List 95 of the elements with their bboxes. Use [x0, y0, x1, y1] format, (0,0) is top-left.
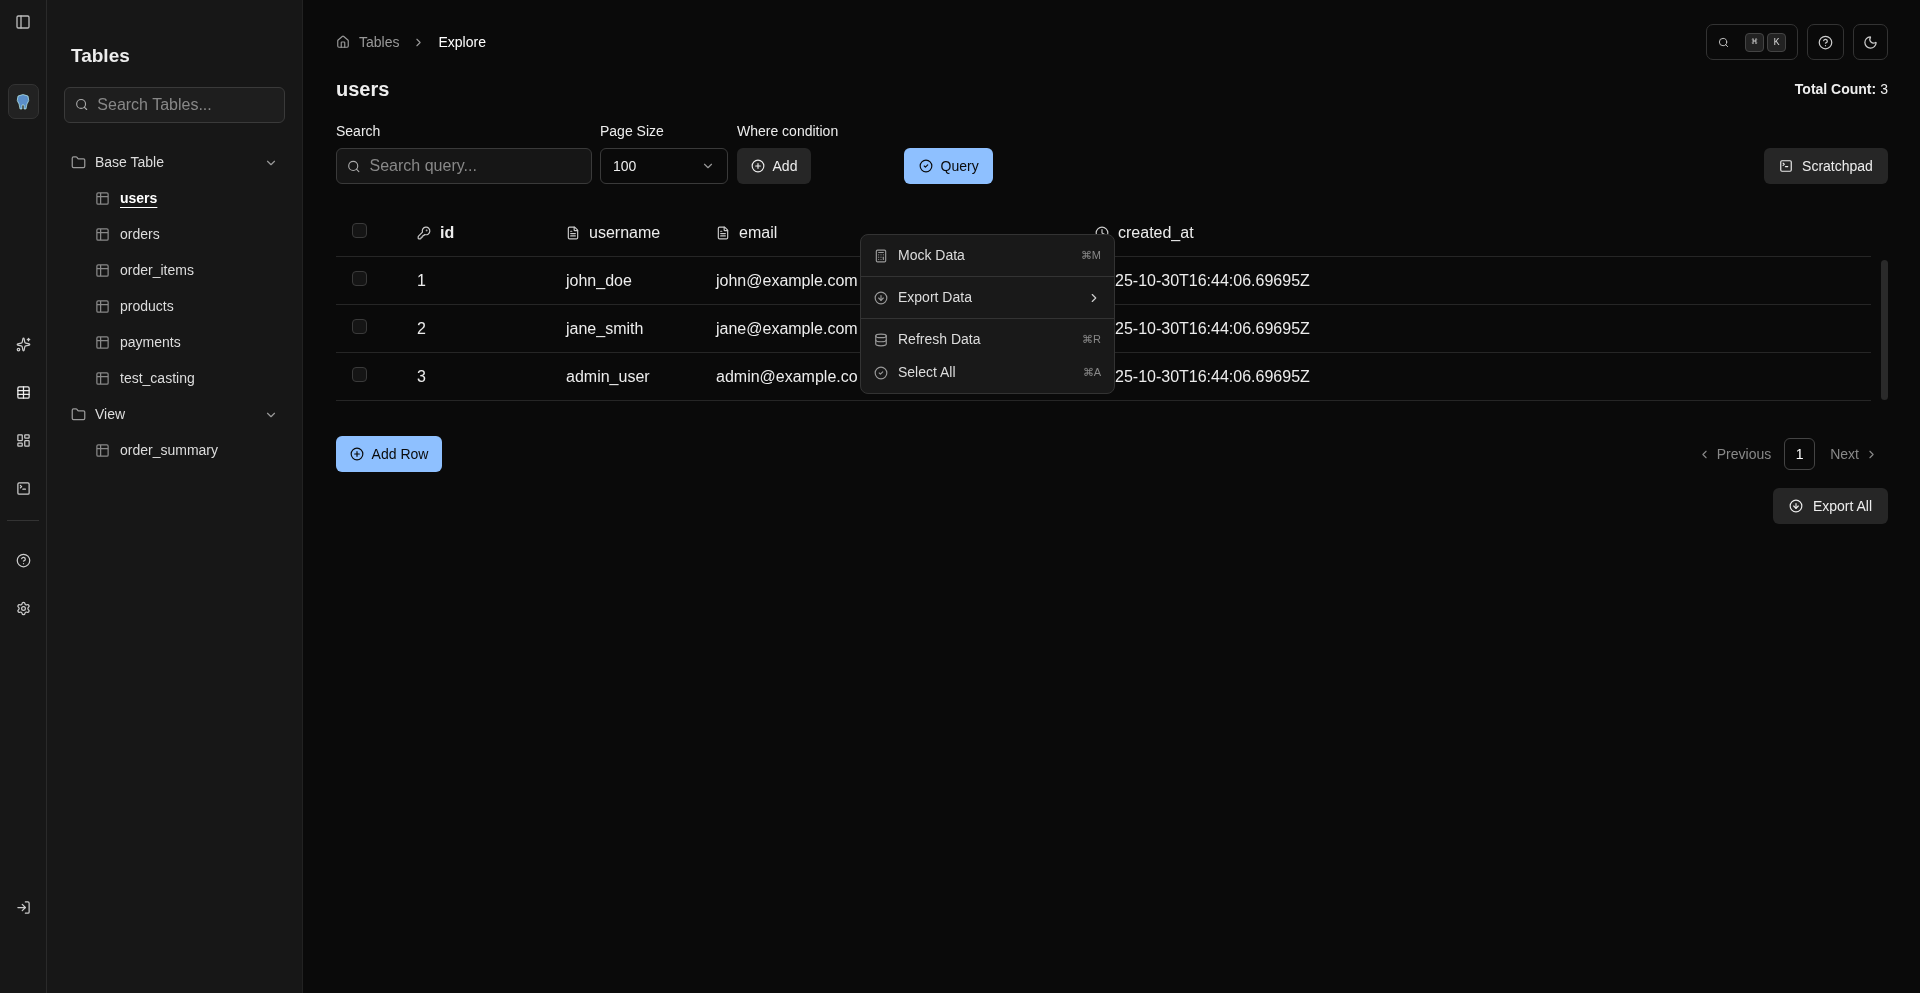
field-label: Page Size	[600, 122, 665, 141]
row-checkbox[interactable]	[352, 270, 367, 286]
sidebar-toggle-icon[interactable]	[15, 14, 31, 30]
table-cell: admin_user	[566, 367, 650, 385]
calculator-icon	[874, 248, 888, 263]
logout-icon[interactable]	[15, 900, 31, 915]
layout-icon[interactable]	[15, 433, 31, 448]
folder-icon	[71, 407, 86, 422]
table-cell: admin@example.co	[716, 367, 858, 385]
menu-item[interactable]: Refresh Data ⌘R	[861, 323, 1114, 356]
field-label: Search	[336, 122, 382, 141]
table-cell: 25-10-30T16:44:06.69695Z	[1115, 271, 1310, 289]
help-icon	[1818, 34, 1833, 50]
settings-icon[interactable]	[15, 601, 31, 616]
table-cell: jane@example.com	[716, 319, 858, 337]
add-condition-button[interactable]: Add	[737, 148, 811, 184]
search-field[interactable]: Search query...	[336, 148, 592, 184]
file-icon	[716, 226, 730, 240]
theme-button[interactable]	[1853, 24, 1888, 60]
folder-row[interactable]: View	[64, 396, 285, 433]
table-icon	[95, 191, 110, 206]
add-row-button[interactable]: Add Row	[336, 436, 442, 472]
table-cell: john_doe	[566, 271, 632, 289]
column-header[interactable]: username	[566, 221, 716, 245]
folder-icon	[71, 155, 86, 170]
row-checkbox[interactable]	[352, 318, 367, 334]
file-icon	[566, 226, 580, 240]
page-button[interactable]: 1	[1784, 438, 1816, 470]
table-item[interactable]: products	[64, 288, 285, 325]
table-icon	[95, 263, 110, 278]
database-icon	[874, 332, 888, 347]
table-cell: 25-10-30T16:44:06.69695Z	[1115, 319, 1310, 337]
sidebar-title: Tables	[70, 44, 131, 68]
table-item[interactable]: payments	[64, 324, 285, 361]
check-circle-icon	[918, 159, 933, 173]
page-title: users	[336, 77, 391, 102]
breadcrumb-link[interactable]: Tables	[359, 31, 400, 53]
export-all-button[interactable]: Export All	[1773, 488, 1888, 524]
table-icon	[95, 335, 110, 350]
menu-shortcut: ⌘R	[1082, 332, 1101, 348]
column-header[interactable]: id	[417, 221, 566, 245]
table-item[interactable]: users	[64, 180, 285, 217]
search-icon	[347, 158, 361, 174]
plus-circle-icon	[349, 447, 364, 461]
key-icon	[417, 226, 431, 240]
row-checkbox[interactable]	[352, 223, 367, 238]
table-cell: john@example.com	[716, 271, 858, 289]
table-cell: 1	[417, 271, 426, 289]
table-cell: jane_smith	[566, 319, 644, 337]
terminal-icon[interactable]	[15, 481, 31, 496]
menu-shortcut: ⌘A	[1082, 365, 1101, 381]
help-button[interactable]	[1807, 24, 1844, 60]
previous-button[interactable]: Previous	[1697, 443, 1772, 465]
table-cell: 25-10-30T16:44:06.69695Z	[1115, 367, 1310, 385]
menu-shortcut: ⌘M	[1080, 248, 1101, 264]
table-item[interactable]: order_summary	[64, 432, 285, 469]
table-icon[interactable]	[15, 385, 31, 400]
scratchpad-button[interactable]: Scratchpad	[1764, 148, 1888, 184]
table-item[interactable]: test_casting	[64, 360, 285, 397]
table-item[interactable]: orders	[64, 216, 285, 253]
moon-icon	[1863, 34, 1878, 50]
table-icon	[95, 443, 110, 458]
download-icon	[874, 290, 888, 305]
menu-item[interactable]: Select All ⌘A	[861, 356, 1114, 389]
sparkles-icon[interactable]	[15, 337, 31, 352]
plus-circle-icon	[750, 159, 765, 173]
search-field[interactable]: Search Tables...	[64, 86, 285, 123]
shortcut-key: K	[1767, 32, 1786, 52]
total-count-value: 3	[1880, 79, 1888, 99]
folder-row[interactable]: Base Table	[64, 144, 285, 181]
page-size-select[interactable]: 100	[600, 148, 728, 184]
help-icon[interactable]	[15, 553, 31, 568]
search-input[interactable]: Search query...	[369, 154, 581, 178]
table-icon	[95, 227, 110, 242]
menu-item[interactable]: Export Data	[861, 281, 1114, 314]
database-button[interactable]	[7, 84, 39, 119]
command-search-button[interactable]: ⌘ K	[1706, 24, 1798, 60]
query-button[interactable]: Query	[904, 148, 994, 184]
table-icon	[95, 371, 110, 386]
download-icon	[1788, 499, 1803, 513]
table-cell: 3	[417, 367, 426, 385]
shortcut-key: ⌘	[1745, 32, 1764, 52]
terminal-icon	[1779, 159, 1794, 173]
table-icon	[95, 299, 110, 314]
field-label: Where condition	[737, 122, 839, 141]
search-icon	[75, 97, 89, 112]
check-circle-icon	[874, 365, 888, 380]
table-item[interactable]: order_items	[64, 252, 285, 289]
search-input[interactable]: Search Tables...	[97, 92, 274, 117]
breadcrumb-link[interactable]: Explore	[438, 31, 486, 53]
home-icon[interactable]	[336, 35, 350, 49]
table-cell: 2	[417, 319, 426, 337]
row-checkbox[interactable]	[352, 366, 367, 382]
next-button[interactable]: Next	[1830, 443, 1878, 465]
total-count-label: Total Count:	[1794, 79, 1877, 99]
